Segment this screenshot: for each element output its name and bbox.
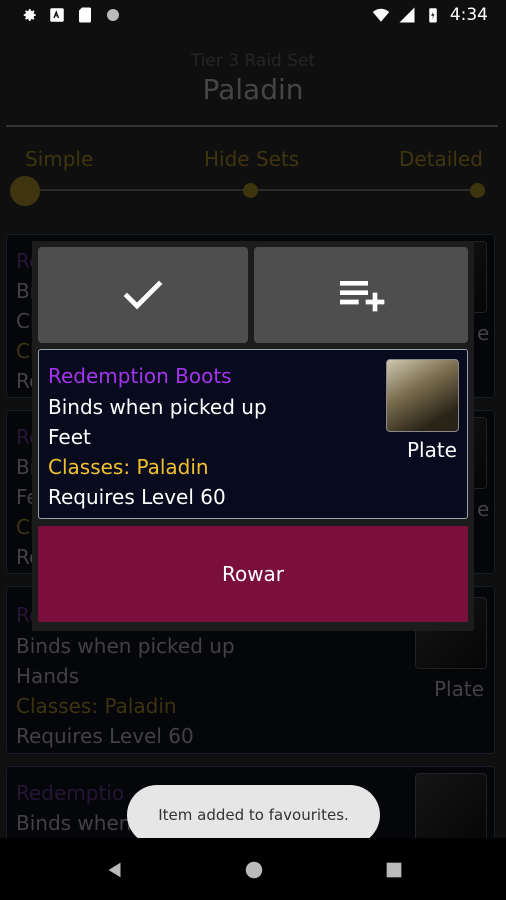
gear-icon — [23, 9, 36, 21]
wifi-icon — [372, 8, 390, 22]
item-binds: Binds when picked up — [48, 395, 267, 419]
add-to-list-button[interactable] — [254, 247, 468, 343]
notification-icons — [20, 6, 122, 24]
playlist-add-icon — [340, 281, 385, 312]
system-icons: 4:34 — [372, 5, 488, 25]
item-tooltip: Redemption Boots Binds when picked up Fe… — [38, 349, 468, 519]
item-level: Requires Level 60 — [48, 485, 226, 509]
item-name: Redemption Boots — [48, 364, 232, 388]
cellular-icon — [399, 7, 415, 23]
translate-icon — [50, 8, 64, 22]
item-icon — [386, 359, 459, 432]
battery-charging-icon — [429, 8, 437, 23]
circle-icon — [107, 9, 119, 21]
clock: 4:34 — [449, 5, 488, 25]
back-icon[interactable] — [104, 859, 126, 881]
item-dialog: Redemption Boots Binds when picked up Fe… — [32, 241, 474, 631]
app-screen: Tier 3 Raid Set Paladin Simple Hide Sets… — [0, 33, 506, 838]
status-bar: 4:34 — [0, 0, 506, 33]
item-classes: Classes: Paladin — [48, 455, 209, 479]
sd-card-icon — [79, 7, 91, 23]
item-armor-type: Plate — [406, 438, 457, 462]
check-icon — [123, 280, 163, 310]
recents-icon[interactable] — [383, 859, 405, 881]
home-icon[interactable] — [243, 859, 265, 881]
confirm-button[interactable] — [38, 247, 248, 343]
navigation-bar — [0, 838, 506, 900]
item-slot: Feet — [48, 425, 91, 449]
toast-message: Item added to favourites. — [127, 785, 380, 838]
rowar-button[interactable]: Rowar — [38, 526, 468, 622]
